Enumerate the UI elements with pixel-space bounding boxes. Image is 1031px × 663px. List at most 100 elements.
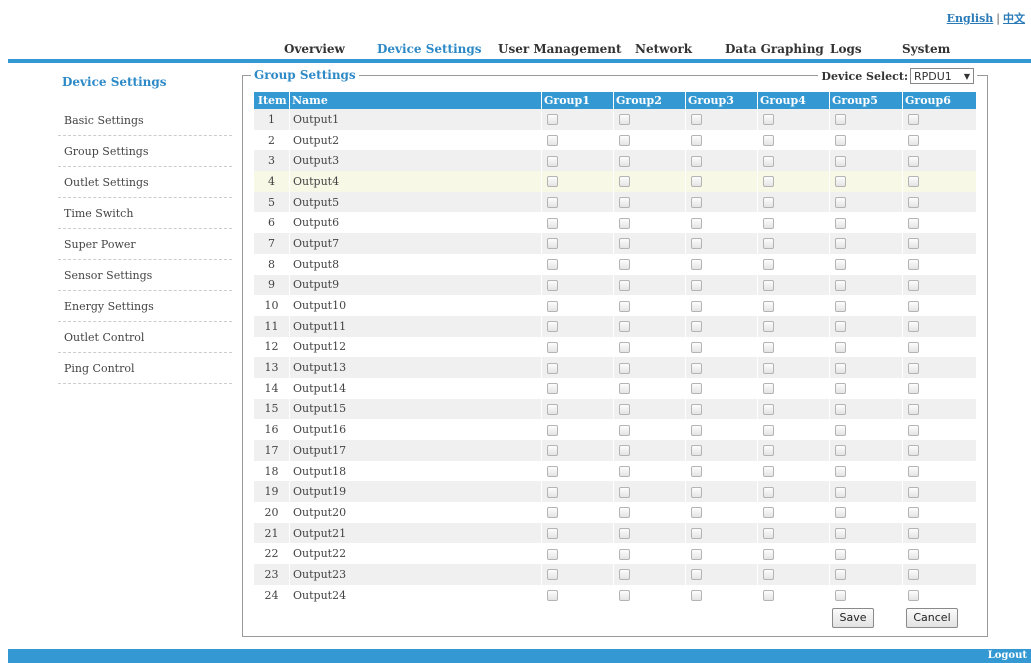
group4-checkbox[interactable] bbox=[763, 176, 774, 188]
group2-checkbox[interactable] bbox=[619, 528, 630, 540]
group2-checkbox[interactable] bbox=[619, 445, 630, 457]
group2-checkbox[interactable] bbox=[619, 217, 630, 229]
group1-checkbox[interactable] bbox=[547, 259, 558, 271]
group5-checkbox[interactable] bbox=[835, 155, 846, 167]
group3-checkbox[interactable] bbox=[691, 135, 702, 147]
group4-checkbox[interactable] bbox=[763, 279, 774, 291]
save-button[interactable]: Save bbox=[832, 608, 874, 628]
group6-checkbox[interactable] bbox=[908, 176, 919, 188]
group2-checkbox[interactable] bbox=[619, 362, 630, 374]
sidebar-item-sensor-settings[interactable]: Sensor Settings bbox=[58, 260, 232, 291]
group6-checkbox[interactable] bbox=[908, 300, 919, 312]
group4-checkbox[interactable] bbox=[763, 466, 774, 478]
group3-checkbox[interactable] bbox=[691, 362, 702, 374]
group1-checkbox[interactable] bbox=[547, 569, 558, 581]
group6-checkbox[interactable] bbox=[908, 590, 919, 602]
group6-checkbox[interactable] bbox=[908, 403, 919, 415]
group1-checkbox[interactable] bbox=[547, 403, 558, 415]
group3-checkbox[interactable] bbox=[691, 155, 702, 167]
sidebar-item-ping-control[interactable]: Ping Control bbox=[58, 353, 232, 384]
group3-checkbox[interactable] bbox=[691, 445, 702, 457]
group5-checkbox[interactable] bbox=[835, 362, 846, 374]
group1-checkbox[interactable] bbox=[547, 341, 558, 353]
group5-checkbox[interactable] bbox=[835, 279, 846, 291]
group4-checkbox[interactable] bbox=[763, 197, 774, 209]
group3-checkbox[interactable] bbox=[691, 466, 702, 478]
group2-checkbox[interactable] bbox=[619, 569, 630, 581]
group4-checkbox[interactable] bbox=[763, 321, 774, 333]
group3-checkbox[interactable] bbox=[691, 321, 702, 333]
sidebar-item-super-power[interactable]: Super Power bbox=[58, 229, 232, 260]
group2-checkbox[interactable] bbox=[619, 114, 630, 126]
group1-checkbox[interactable] bbox=[547, 321, 558, 333]
group3-checkbox[interactable] bbox=[691, 176, 702, 188]
device-select-dropdown[interactable]: RPDU1 ▼ bbox=[910, 68, 974, 84]
group4-checkbox[interactable] bbox=[763, 486, 774, 498]
group2-checkbox[interactable] bbox=[619, 383, 630, 395]
group4-checkbox[interactable] bbox=[763, 341, 774, 353]
group1-checkbox[interactable] bbox=[547, 383, 558, 395]
group2-checkbox[interactable] bbox=[619, 300, 630, 312]
group2-checkbox[interactable] bbox=[619, 341, 630, 353]
group5-checkbox[interactable] bbox=[835, 321, 846, 333]
group6-checkbox[interactable] bbox=[908, 507, 919, 519]
group3-checkbox[interactable] bbox=[691, 548, 702, 560]
group6-checkbox[interactable] bbox=[908, 238, 919, 250]
group4-checkbox[interactable] bbox=[763, 507, 774, 519]
sidebar-item-outlet-control[interactable]: Outlet Control bbox=[58, 322, 232, 353]
group4-checkbox[interactable] bbox=[763, 217, 774, 229]
group5-checkbox[interactable] bbox=[835, 383, 846, 395]
group1-checkbox[interactable] bbox=[547, 114, 558, 126]
group4-checkbox[interactable] bbox=[763, 362, 774, 374]
group3-checkbox[interactable] bbox=[691, 300, 702, 312]
group4-checkbox[interactable] bbox=[763, 155, 774, 167]
group4-checkbox[interactable] bbox=[763, 383, 774, 395]
group3-checkbox[interactable] bbox=[691, 507, 702, 519]
sidebar-item-time-switch[interactable]: Time Switch bbox=[58, 198, 232, 229]
group5-checkbox[interactable] bbox=[835, 569, 846, 581]
sidebar-item-energy-settings[interactable]: Energy Settings bbox=[58, 291, 232, 322]
group1-checkbox[interactable] bbox=[547, 445, 558, 457]
group4-checkbox[interactable] bbox=[763, 238, 774, 250]
group2-checkbox[interactable] bbox=[619, 135, 630, 147]
group5-checkbox[interactable] bbox=[835, 341, 846, 353]
group5-checkbox[interactable] bbox=[835, 424, 846, 436]
group5-checkbox[interactable] bbox=[835, 403, 846, 415]
group6-checkbox[interactable] bbox=[908, 341, 919, 353]
group1-checkbox[interactable] bbox=[547, 466, 558, 478]
group5-checkbox[interactable] bbox=[835, 528, 846, 540]
group3-checkbox[interactable] bbox=[691, 424, 702, 436]
group3-checkbox[interactable] bbox=[691, 341, 702, 353]
group5-checkbox[interactable] bbox=[835, 590, 846, 602]
group1-checkbox[interactable] bbox=[547, 548, 558, 560]
group5-checkbox[interactable] bbox=[835, 486, 846, 498]
group4-checkbox[interactable] bbox=[763, 445, 774, 457]
group2-checkbox[interactable] bbox=[619, 279, 630, 291]
group1-checkbox[interactable] bbox=[547, 300, 558, 312]
group1-checkbox[interactable] bbox=[547, 279, 558, 291]
group2-checkbox[interactable] bbox=[619, 321, 630, 333]
group1-checkbox[interactable] bbox=[547, 507, 558, 519]
group5-checkbox[interactable] bbox=[835, 217, 846, 229]
group6-checkbox[interactable] bbox=[908, 445, 919, 457]
group3-checkbox[interactable] bbox=[691, 528, 702, 540]
group1-checkbox[interactable] bbox=[547, 424, 558, 436]
group3-checkbox[interactable] bbox=[691, 403, 702, 415]
group3-checkbox[interactable] bbox=[691, 114, 702, 126]
group6-checkbox[interactable] bbox=[908, 548, 919, 560]
group5-checkbox[interactable] bbox=[835, 507, 846, 519]
group1-checkbox[interactable] bbox=[547, 155, 558, 167]
group2-checkbox[interactable] bbox=[619, 424, 630, 436]
nav-device-settings[interactable]: Device Settings bbox=[377, 42, 482, 56]
group6-checkbox[interactable] bbox=[908, 486, 919, 498]
group2-checkbox[interactable] bbox=[619, 238, 630, 250]
group5-checkbox[interactable] bbox=[835, 548, 846, 560]
group5-checkbox[interactable] bbox=[835, 445, 846, 457]
chinese-link[interactable]: 中文 bbox=[1003, 12, 1025, 25]
group2-checkbox[interactable] bbox=[619, 176, 630, 188]
group5-checkbox[interactable] bbox=[835, 259, 846, 271]
group3-checkbox[interactable] bbox=[691, 197, 702, 209]
group3-checkbox[interactable] bbox=[691, 383, 702, 395]
group6-checkbox[interactable] bbox=[908, 217, 919, 229]
group6-checkbox[interactable] bbox=[908, 259, 919, 271]
